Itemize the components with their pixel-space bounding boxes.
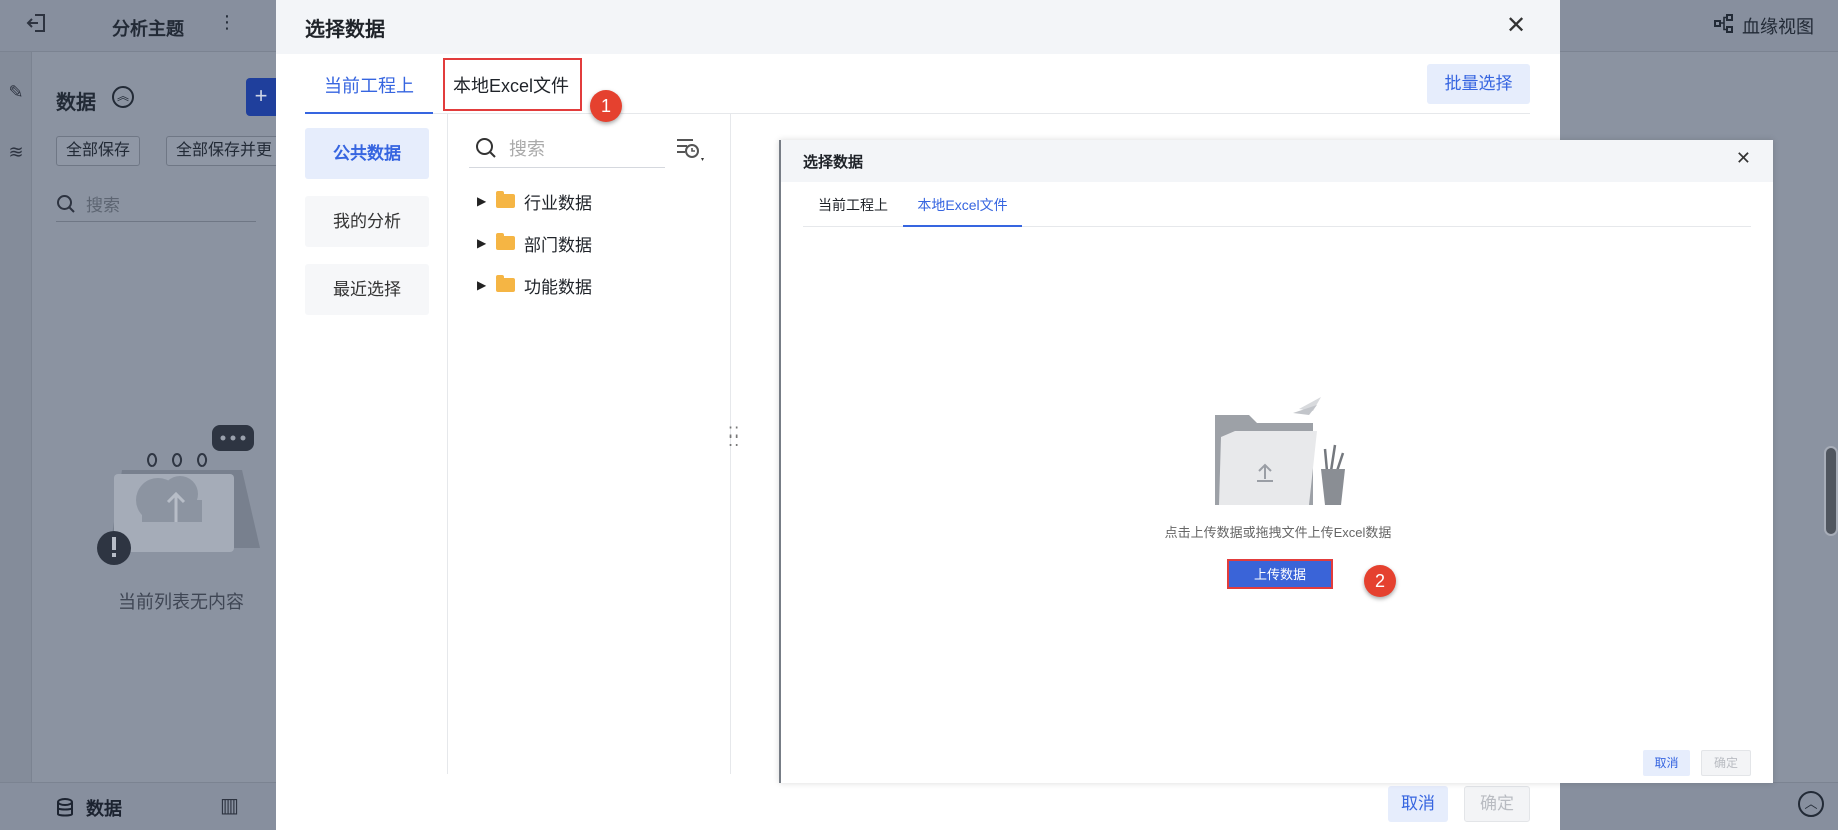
search-icon [57, 194, 75, 213]
side-rail: ✎ ≋ [0, 52, 32, 782]
app-title: 分析主题 [112, 19, 184, 39]
nav-item-recent[interactable]: 最近选择 [305, 264, 429, 315]
inset-select-data-dialog: 选择数据 ✕ 当前工程上 本地Excel文件 点击上传数据或拖拽文件上传Exce… [779, 140, 1773, 783]
panel-search[interactable]: 搜索 [56, 186, 256, 222]
dialog-header: 选择数据 ✕ [276, 0, 1560, 54]
tree-search-input[interactable]: 搜索 [469, 128, 665, 168]
caret-right-icon: ▶ [477, 194, 487, 208]
bottom-tab-data[interactable]: 数据 [56, 795, 122, 821]
search-placeholder: 搜索 [86, 196, 120, 215]
search-placeholder: 搜索 [509, 138, 545, 159]
inset-dialog-tabs: 当前工程上 本地Excel文件 [803, 184, 1751, 227]
collapse-icon[interactable]: ︽ [112, 86, 134, 108]
panel-title: 数据 [56, 92, 96, 114]
close-icon[interactable]: ✕ [1502, 12, 1530, 40]
highlight-box-local-excel [443, 58, 582, 111]
empty-state-illustration [97, 425, 260, 565]
scrollbar[interactable] [1824, 446, 1838, 536]
empty-list-text: 当前列表无内容 [118, 592, 244, 612]
data-tree-panel: 搜索 ▶ 行业数据 ▶ 部门数据 ▶ 功能数据 [449, 114, 731, 774]
nav-item-my-analysis[interactable]: 我的分析 [305, 196, 429, 247]
caret-right-icon: ▶ [477, 278, 487, 292]
inset-cancel-button[interactable]: 取消 [1643, 750, 1690, 776]
cancel-button[interactable]: 取消 [1388, 786, 1448, 822]
tree-node-department[interactable]: ▶ 部门数据 [477, 230, 592, 256]
save-all-button[interactable]: 全部保存 [56, 136, 141, 166]
tab-current-project[interactable]: 当前工程上 [305, 74, 433, 114]
inset-dialog-title: 选择数据 [803, 154, 864, 171]
bottom-tab-label: 数据 [86, 799, 122, 819]
folder-icon [496, 275, 515, 292]
search-icon [476, 137, 496, 158]
upload-folder-illustration [1215, 397, 1345, 505]
tree-node-label: 功能数据 [524, 277, 592, 297]
step-badge-1: 1 [590, 90, 622, 122]
edit-data-icon[interactable]: ✎ [4, 82, 28, 106]
caret-right-icon: ▶ [477, 236, 487, 250]
exit-icon[interactable] [26, 12, 50, 36]
folder-icon [496, 233, 515, 250]
filter-history-icon[interactable] [675, 136, 709, 166]
lineage-icon [1714, 13, 1734, 39]
nav-item-public-data[interactable]: 公共数据 [305, 128, 429, 179]
add-data-button[interactable]: + [246, 78, 276, 116]
transform-icon[interactable]: ≋ [4, 142, 28, 166]
tree-node-label: 部门数据 [524, 235, 592, 255]
batch-select-button[interactable]: 批量选择 [1427, 64, 1530, 104]
upload-hint-text: 点击上传数据或拖拽文件上传Excel数据 [1164, 525, 1392, 540]
confirm-button[interactable]: 确定 [1464, 786, 1530, 822]
expand-up-icon[interactable]: ︿ [1798, 791, 1824, 817]
lineage-view-button[interactable]: 血缘视图 [1714, 13, 1814, 39]
folder-icon [496, 191, 515, 208]
tab-local-excel[interactable]: 本地Excel文件 [903, 196, 1022, 227]
database-icon [57, 798, 73, 817]
inset-dialog-header: 选择数据 ✕ [781, 140, 1773, 182]
tab-current-project[interactable]: 当前工程上 [818, 196, 888, 227]
add-chart-icon[interactable]: ▥ [220, 793, 239, 818]
tree-node-label: 行业数据 [524, 193, 592, 213]
step-badge-2: 2 [1364, 565, 1396, 597]
tree-node-function[interactable]: ▶ 功能数据 [477, 272, 592, 298]
close-icon[interactable]: ✕ [1736, 148, 1751, 169]
save-all-update-button[interactable]: 全部保存并更 [166, 136, 286, 166]
more-icon[interactable]: ⋮ [218, 12, 236, 33]
dialog-title: 选择数据 [305, 19, 385, 41]
upload-data-button[interactable]: 上传数据 [1227, 559, 1333, 589]
data-source-nav: 公共数据 我的分析 最近选择 [276, 114, 448, 774]
lineage-label: 血缘视图 [1742, 17, 1814, 37]
inset-confirm-button[interactable]: 确定 [1701, 750, 1751, 776]
tree-node-industry[interactable]: ▶ 行业数据 [477, 188, 592, 214]
